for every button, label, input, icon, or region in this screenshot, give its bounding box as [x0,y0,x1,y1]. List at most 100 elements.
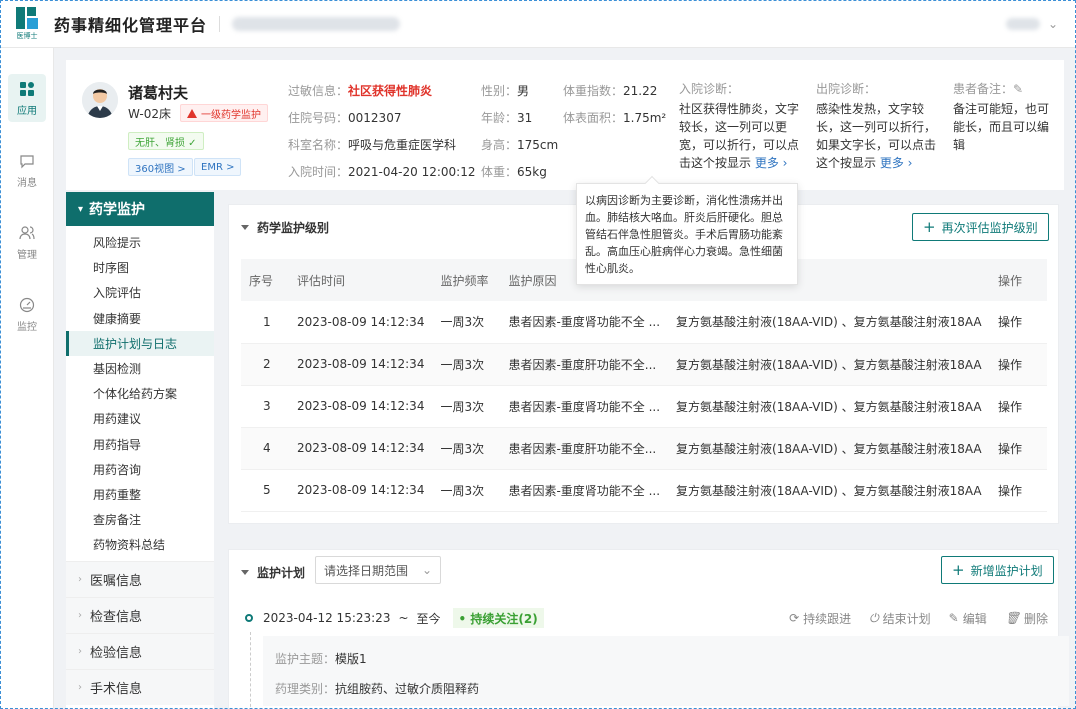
submenu-item[interactable]: 用药重整 [66,482,214,507]
reassess-level-button[interactable]: + 再次评估监护级别 [912,213,1049,241]
nav-label: 监控 [17,321,37,333]
plan-details: 监护主题：模版1 药理类别：抗组胺药、过敏介质阻释药 [263,636,1069,706]
submenu-group[interactable]: › 检查信息 [66,597,214,634]
diagnosis-tooltip: 以病因诊断为主要诊断，消化性溃疡并出血。肺结核大咯血。肝炎后肝硬化。胆总管结石伴… [576,175,798,285]
emr-link[interactable]: EMR > [194,158,242,176]
submenu-item[interactable]: 健康摘要 [66,306,214,331]
sex: 性别：男 [481,84,530,98]
timeline-line [250,632,251,709]
message-icon [18,152,36,170]
collapse-icon [241,570,249,575]
follow-up-action[interactable]: ⟳ 持续跟进 [789,610,851,627]
submenu-item[interactable]: 用药建议 [66,406,214,431]
table-cell: 复方氨基酸注射液(18AA-VID) 、复方氨基酸注射液18AA [668,427,991,470]
delete-action[interactable]: 🗑 删除 [1005,610,1048,627]
plan-pharm-category: 药理类别：抗组胺药、过敏介质阻释药 [275,682,480,696]
nav-item-messages[interactable]: 消息 [0,134,54,206]
table-cell: 1 [241,301,289,344]
chevron-right-icon: › [78,682,82,694]
date-range-select[interactable]: 请选择日期范围 ⌄ [315,556,441,584]
table-cell: 一周3次 [432,343,501,386]
app-title: 药事精细化管理平台 [54,15,208,35]
main-nav: 应用 消息 管理 监控 [0,48,54,709]
submenu-section-title[interactable]: ▾ 药学监护 [66,192,214,226]
row-action-link[interactable]: 操作 [990,469,1047,512]
table-cell: 患者因素-重度肾功能不全 ... [500,301,669,344]
table-row: 2 2023-08-09 14:12:34 一周3次 患者因素-重度肝功能不全... 复… [241,343,1047,386]
submenu-item[interactable]: 时序图 [66,255,214,280]
table-cell: 2023-08-09 14:12:34 [289,385,433,428]
submenu-item[interactable]: 用药指导 [66,432,214,457]
table-cell: 一周3次 [432,385,501,428]
admission-diagnosis-more-link[interactable]: 更多 › [755,156,788,170]
panel-title[interactable]: 药学监护级别 [241,219,329,236]
submenu-item[interactable]: 入院评估 [66,280,214,305]
table-cell: 3 [241,385,289,428]
panel-title[interactable]: 监护计划 [241,564,305,581]
plus-icon: + [923,218,936,236]
nav-item-monitor[interactable]: 监控 [0,278,54,350]
status-badge: • 持续关注(2) [452,608,544,628]
plan-topic: 监护主题：模版1 [275,652,367,666]
add-plan-button[interactable]: + 新增监护计划 [941,556,1054,584]
table-cell: 一周3次 [432,469,501,512]
row-action-link[interactable]: 操作 [990,343,1047,386]
submenu-item[interactable]: 药物资料总结 [66,532,214,557]
app-logo[interactable]: 医博士 [0,0,54,48]
plan-start: 2023-04-12 15:23:23 [263,611,391,625]
submenu-group[interactable]: › 手术信息 [66,669,214,706]
end-plan-action[interactable]: ⏻ 结束计划 [869,610,931,627]
row-action-link[interactable]: 操作 [990,301,1047,344]
power-icon: ⏻ [869,610,879,625]
chevron-right-icon: › [78,574,82,586]
submenu-group-label: 手术信息 [90,682,143,698]
table-cell: 复方氨基酸注射液(18AA-VID) 、复方氨基酸注射液18AA [668,385,991,428]
table-cell: 患者因素-重度肾功能不全 ... [500,385,669,428]
plan-end: 至今 [416,611,441,626]
gauge-icon [18,296,36,314]
liver-kidney-badge: 无肝、肾损 ✓ [128,132,204,150]
chevron-down-icon: ⌄ [1047,16,1058,31]
patient-name: 诸葛村夫 [128,84,189,102]
table-row: 1 2023-08-09 14:12:34 一周3次 患者因素-重度肾功能不全 ...… [241,301,1047,344]
row-action-link[interactable]: 操作 [990,385,1047,428]
submenu-item[interactable]: 基因检测 [66,356,214,381]
patient-note: 患者备注：✎ 备注可能短，也可能长，而且可以编辑 [953,82,1050,152]
table-cell: 2023-08-09 14:12:34 [289,469,433,512]
patient-info-card: 诸葛村夫 W-02床 一级药学监护 无肝、肾损 ✓ 360视图 > EMR > … [66,60,1064,190]
submenu-group[interactable]: › 医嘱信息 [66,561,214,598]
logo-icon [16,6,38,29]
nav-label: 消息 [17,177,37,189]
org-name-redacted [232,16,401,31]
height: 身高：175cm [481,138,559,152]
edit-action[interactable]: ✎ 编辑 [949,610,987,627]
submenu-item[interactable]: 个体化给药方案 [66,381,214,406]
monitor-level-text: 一级药学监护 [201,109,261,121]
submenu-item[interactable]: 监护计划与日志 [66,330,214,356]
submenu-item[interactable]: 风险提示 [66,230,214,255]
nav-item-manage[interactable]: 管理 [0,206,54,278]
body-surface-area: 体表面积：1.75m² [563,111,667,125]
view-360-link[interactable]: 360视图 > [128,158,193,176]
submenu-item[interactable]: 查房备注 [66,507,214,532]
discharge-diagnosis-more-link[interactable]: 更多 › [880,156,913,170]
table-cell: 复方氨基酸注射液(18AA-VID) 、复方氨基酸注射液18AA [668,301,991,344]
submenu-groups: › 医嘱信息 › 检查信息 › 检验信息 › 手术信息 [66,561,214,706]
table-cell: 2 [241,343,289,386]
apps-grid-icon [18,80,36,98]
column-header: 监护频率 [432,259,501,301]
timeline-dot-icon [245,614,253,622]
submenu-group[interactable]: › 检验信息 [66,633,214,670]
table-cell: 患者因素-重度肾功能不全 ... [500,469,669,512]
row-action-link[interactable]: 操作 [990,427,1047,470]
user-menu[interactable]: ⌄ [1005,16,1058,31]
submenu-group-label: 检查信息 [90,610,143,626]
bed-number: W-02床 [128,107,171,121]
table-row: 4 2023-08-09 14:12:34 一周3次 患者因素-重度肝功能不全... 复… [241,427,1047,470]
table-cell: 5 [241,469,289,512]
pharmacy-submenu: ▾ 药学监护 风险提示 时序图 入院评估 健康摘要 监护计划与日志 基因检测 个体化给药方案用… [66,192,214,709]
nav-item-apps[interactable]: 应用 [0,62,54,134]
submenu-item[interactable]: 用药咨询 [66,457,214,482]
edit-icon[interactable]: ✎ [1013,82,1023,96]
allergy-info: 过敏信息：社区获得性肺炎 [288,84,433,98]
